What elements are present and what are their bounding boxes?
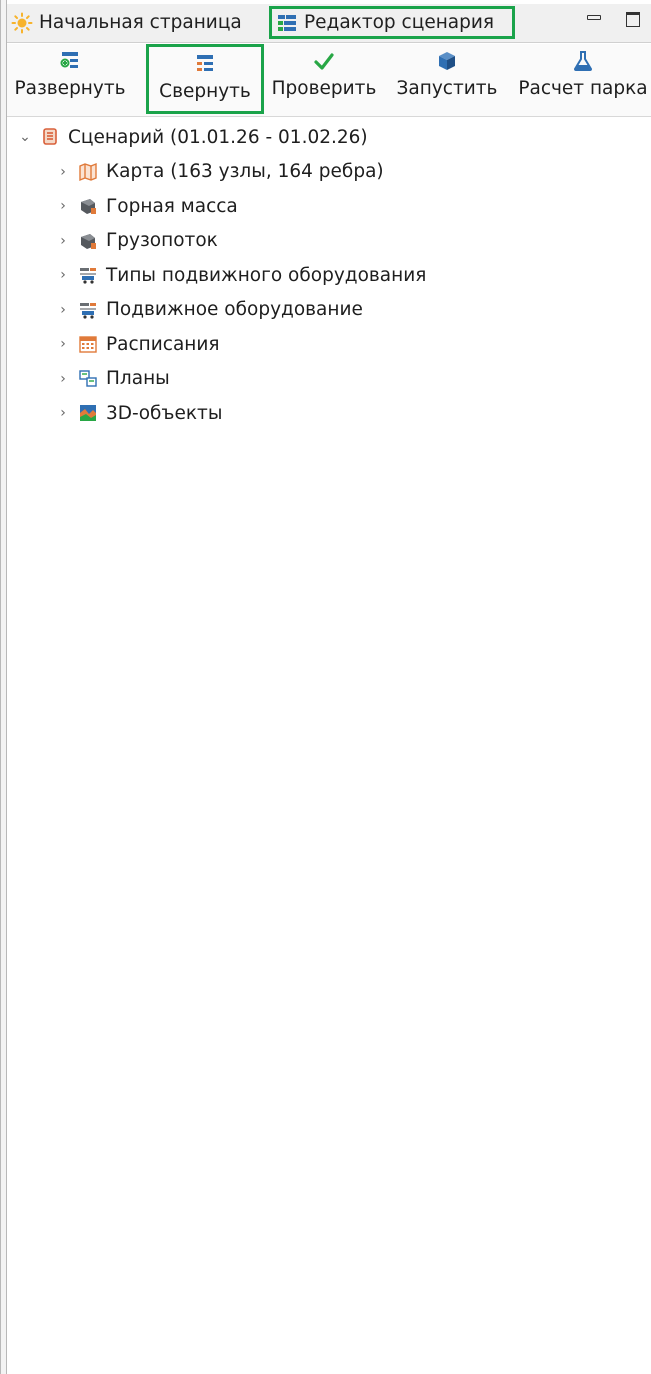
cargo-flow-icon bbox=[81, 233, 96, 249]
tree-item-3d-objects[interactable]: › 3D-объекты bbox=[18, 396, 638, 431]
collapse-label: Свернуть bbox=[159, 81, 251, 102]
equipment-icon bbox=[80, 302, 96, 319]
fleet-calc-label: Расчет парка bbox=[518, 78, 648, 99]
collapse-button[interactable]: Свернуть bbox=[146, 44, 264, 114]
run-button[interactable]: Запустить bbox=[387, 44, 507, 116]
tree-item-plans[interactable]: › Планы bbox=[18, 362, 638, 397]
tree-item-label: 3D-объекты bbox=[106, 402, 223, 424]
tab-bar: Начальная страница Редактор сценария bbox=[7, 4, 651, 43]
chevron-right-icon[interactable]: › bbox=[56, 303, 70, 317]
tab-home-label: Начальная страница bbox=[39, 12, 242, 33]
rock-mass-icon bbox=[81, 199, 96, 215]
chevron-right-icon[interactable]: › bbox=[56, 337, 70, 351]
3d-objects-icon bbox=[80, 405, 96, 422]
tree-root-scenario[interactable]: ⌄ Сценарий (01.01.26 - 01.02.26) bbox=[18, 120, 638, 155]
tab-scenario-editor[interactable]: Редактор сценария bbox=[269, 6, 515, 39]
cube-icon bbox=[439, 52, 455, 70]
tree-item-equipment[interactable]: › Подвижное оборудование bbox=[18, 293, 638, 328]
scenario-tree: ⌄ Сценарий (01.01.26 - 01.02.26) › Карта… bbox=[18, 120, 638, 431]
toolbar: Развернуть Свернуть Проверить Запустить … bbox=[7, 44, 651, 117]
tree-item-label: Карта (163 узлы, 164 ребра) bbox=[106, 161, 384, 183]
maximize-icon[interactable] bbox=[625, 10, 643, 28]
collapse-tree-icon bbox=[197, 55, 213, 71]
scenario-editor-panel: Начальная страница Редактор сценария Раз… bbox=[0, 0, 651, 1374]
tree-root-label: Сценарий (01.01.26 - 01.02.26) bbox=[68, 126, 368, 148]
run-label: Запустить bbox=[396, 78, 498, 99]
chevron-right-icon[interactable]: › bbox=[56, 165, 70, 179]
tree-item-label: Горная масса bbox=[106, 195, 238, 217]
window-controls bbox=[585, 10, 643, 28]
tree-item-map[interactable]: › Карта (163 узлы, 164 ребра) bbox=[18, 155, 638, 190]
check-label: Проверить bbox=[271, 78, 377, 99]
minimize-icon[interactable] bbox=[585, 10, 603, 28]
tree-item-label: Подвижное оборудование bbox=[106, 299, 363, 321]
tab-home-page[interactable]: Начальная страница bbox=[11, 6, 242, 39]
plans-icon bbox=[79, 370, 97, 387]
sun-icon bbox=[11, 12, 33, 33]
chevron-right-icon[interactable]: › bbox=[56, 372, 70, 386]
tree-item-label: Грузопоток bbox=[106, 230, 218, 252]
expand-button[interactable]: Развернуть bbox=[8, 44, 132, 116]
tree-item-equipment-types[interactable]: › Типы подвижного оборудования bbox=[18, 258, 638, 293]
map-icon bbox=[79, 162, 97, 181]
chevron-right-icon[interactable]: › bbox=[56, 406, 70, 420]
equipment-types-icon bbox=[80, 268, 96, 284]
expand-tree-icon bbox=[60, 52, 78, 68]
tree-item-rock-mass[interactable]: › Горная масса bbox=[18, 189, 638, 224]
scenario-editor-icon bbox=[278, 14, 296, 31]
tree-item-label: Планы bbox=[106, 368, 170, 390]
fleet-calc-button[interactable]: Расчет парка bbox=[513, 44, 651, 116]
flask-icon bbox=[573, 51, 593, 71]
tree-item-cargo-flow[interactable]: › Грузопоток bbox=[18, 224, 638, 259]
tree-item-schedules[interactable]: › Расписания bbox=[18, 327, 638, 362]
expand-label: Развернуть bbox=[14, 78, 126, 99]
chevron-right-icon[interactable]: › bbox=[56, 268, 70, 282]
left-frame-border bbox=[0, 0, 7, 1374]
tree-item-label: Расписания bbox=[106, 333, 220, 355]
chevron-down-icon[interactable]: ⌄ bbox=[18, 130, 32, 144]
tab-scenario-editor-label: Редактор сценария bbox=[304, 12, 495, 33]
chevron-right-icon[interactable]: › bbox=[56, 234, 70, 248]
check-button[interactable]: Проверить bbox=[267, 44, 381, 116]
tree-item-label: Типы подвижного оборудования bbox=[106, 264, 427, 286]
scroll-icon bbox=[43, 128, 57, 146]
calendar-icon bbox=[79, 336, 97, 353]
checkmark-icon bbox=[314, 53, 334, 70]
chevron-right-icon[interactable]: › bbox=[56, 199, 70, 213]
